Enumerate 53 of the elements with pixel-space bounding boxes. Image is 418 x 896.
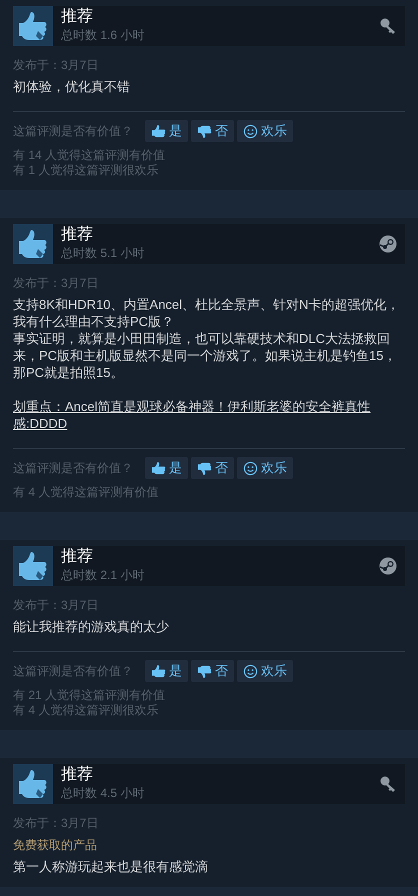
verdict-title: 推荐 xyxy=(61,226,94,244)
helpful-question: 这篇评测是否有价值？ xyxy=(13,663,133,680)
review-text: 支持8K和HDR10、内置Ancel、杜比全景声、针对N卡的超强优化，我有什么理由不支持PC版？ xyxy=(13,296,400,330)
review-text: 初体验，优化真不错 xyxy=(13,78,131,95)
thumbs-up-icon xyxy=(13,6,53,46)
steam-logo-icon xyxy=(379,557,397,575)
smiley-icon xyxy=(243,664,258,678)
smiley-icon xyxy=(243,124,258,138)
vote-count-text: 有 14 人觉得这篇评测有价值 xyxy=(13,148,166,163)
key-icon xyxy=(379,775,397,793)
vote-button[interactable]: 否 xyxy=(191,660,234,682)
thumbs-down-icon xyxy=(197,460,212,476)
thumbs-up-icon xyxy=(13,764,53,804)
verdict-title: 推荐 xyxy=(61,766,94,784)
vote-button[interactable]: 欢乐 xyxy=(237,120,293,142)
playtime-text: 总时数 4.5 小时 xyxy=(61,785,144,802)
post-date: 发布于：3月7日 xyxy=(13,57,100,74)
vote-button[interactable]: 否 xyxy=(191,457,234,479)
key-icon xyxy=(379,17,397,35)
thumbs-up-icon xyxy=(151,460,166,476)
underlined-review-text: 划重点：Ancel简直是观球必备神器！伊利斯老婆的安全裤真性感:DDDD xyxy=(13,398,372,432)
thumbs-up-icon xyxy=(13,546,53,586)
thumbs-down-icon xyxy=(197,664,212,678)
thumbs-up-icon xyxy=(13,224,53,264)
post-date: 发布于：3月7日 xyxy=(13,597,100,614)
free-product-label: 免费获取的产品 xyxy=(13,837,98,854)
vote-button[interactable]: 是 xyxy=(145,120,188,142)
playtime-text: 总时数 5.1 小时 xyxy=(61,245,144,262)
review-text: 第一人称游玩起来也是很有感觉滴 xyxy=(13,858,209,875)
thumbs-down-icon xyxy=(197,124,212,138)
vote-button[interactable]: 否 xyxy=(191,120,234,142)
vote-button[interactable]: 是 xyxy=(145,457,188,479)
post-date: 发布于：3月7日 xyxy=(13,815,100,832)
thumbs-up-icon xyxy=(151,664,166,678)
verdict-title: 推荐 xyxy=(61,548,94,566)
playtime-text: 总时数 1.6 小时 xyxy=(61,27,144,44)
steam-logo-icon xyxy=(379,235,397,253)
vote-button[interactable]: 欢乐 xyxy=(237,457,293,479)
playtime-text: 总时数 2.1 小时 xyxy=(61,567,144,584)
helpful-question: 这篇评测是否有价值？ xyxy=(13,123,133,140)
post-date: 发布于：3月7日 xyxy=(13,275,100,292)
verdict-title: 推荐 xyxy=(61,8,94,26)
vote-count-text: 有 4 人觉得这篇评测很欢乐 xyxy=(13,703,160,718)
vote-count-text: 有 1 人觉得这篇评测很欢乐 xyxy=(13,163,160,178)
review-text: 事实证明，就算是小田田制造，也可以靠硬技术和DLC大法拯救回来，PC版和主机版显然不是同一个游戏了。如果说主机是钓鱼15，那PC就是拍照15。 xyxy=(13,330,398,381)
review-text: 能让我推荐的游戏真的太少 xyxy=(13,618,170,635)
vote-count-text: 有 4 人觉得这篇评测有价值 xyxy=(13,485,160,500)
thumbs-up-icon xyxy=(151,124,166,138)
vote-button[interactable]: 欢乐 xyxy=(237,660,293,682)
helpful-question: 这篇评测是否有价值？ xyxy=(13,460,133,477)
smiley-icon xyxy=(243,460,258,476)
vote-button[interactable]: 是 xyxy=(145,660,188,682)
vote-count-text: 有 21 人觉得这篇评测有价值 xyxy=(13,688,166,703)
